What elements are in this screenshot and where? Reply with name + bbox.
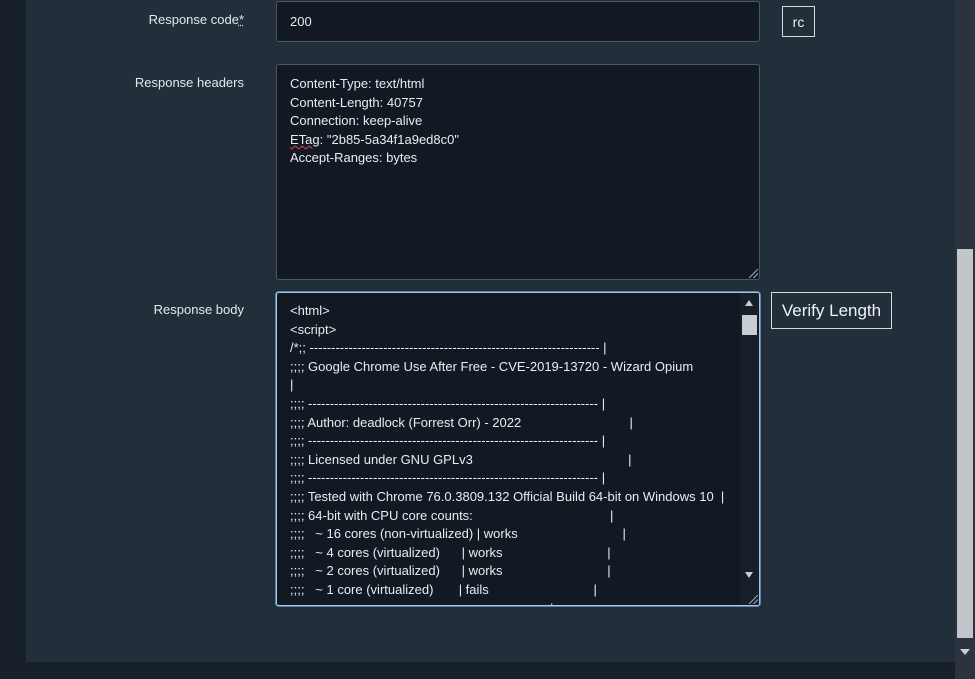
response-body-label: Response body (153, 302, 244, 317)
body-scroll-thumb[interactable] (742, 315, 757, 335)
body-line: /*;; -----------------------------------… (290, 340, 607, 356)
page-scroll-down-icon[interactable] (960, 649, 970, 655)
header-line: Content-Length: 40757 (290, 94, 423, 110)
response-code-label-text: Response code (148, 12, 239, 27)
body-line: ;;;; Tested with Chrome 76.0.3809.132 Of… (290, 488, 725, 504)
body-line: ;;;; Licensed under GNU GPLv3 | (290, 451, 632, 467)
body-line: ;;;; ~ 16 cores (non-virtualized) | work… (290, 526, 626, 542)
body-line: ;;;; -----------------------------------… (290, 470, 606, 486)
response-code-label: Response code* (44, 12, 244, 27)
header-line-rest: : "2b85-5a34f1a9ed8c0" (319, 131, 459, 147)
header-line: Connection: keep-alive (290, 113, 423, 129)
body-line: ;;;; | (290, 600, 746, 606)
verify-length-button[interactable]: Verify Length (771, 292, 892, 329)
body-line: ;;;; -----------------------------------… (290, 395, 606, 411)
rc-button[interactable]: rc (782, 6, 815, 37)
header-line: Content-Type: text/html (290, 76, 425, 91)
header-line-etag: ETag: "2b85-5a34f1a9ed8c0" (290, 131, 746, 150)
body-line: <script> (290, 321, 337, 337)
body-line: <html> (290, 303, 330, 318)
body-line: ;;;; ~ 4 cores (virtualized) | works | (290, 544, 611, 560)
body-line: ;;;; -----------------------------------… (290, 433, 606, 449)
scroll-down-arrow-icon[interactable] (745, 572, 753, 578)
body-scrollbar[interactable] (740, 293, 759, 605)
body-line: ;;;; Google Chrome Use After Free - CVE-… (290, 358, 694, 374)
response-code-input[interactable]: 200 (276, 1, 760, 42)
body-line: ;;;; ~ 1 core (virtualized) | fails | (290, 581, 597, 597)
page-scroll-thumb[interactable] (957, 249, 973, 638)
scroll-up-arrow-icon[interactable] (745, 300, 753, 306)
header-line: Accept-Ranges: bytes (290, 150, 418, 166)
spellcheck-word: ETag (290, 131, 320, 147)
response-code-value: 200 (290, 14, 312, 29)
response-headers-textarea[interactable]: Content-Type: text/html Content-Length: … (276, 64, 760, 280)
resize-grip-icon[interactable] (749, 269, 758, 278)
body-line: ;;;; ~ 2 cores (virtualized) | works | (290, 563, 611, 579)
page-scrollbar[interactable] (955, 0, 975, 679)
resize-grip-icon[interactable] (749, 595, 758, 604)
body-lines: <html> <script> /*;; -------------------… (290, 302, 746, 606)
response-body-textarea[interactable]: <html> <script> /*;; -------------------… (276, 292, 760, 606)
response-headers-label: Response headers (134, 75, 244, 90)
body-line: ;;;; 64-bit with CPU core counts: | (290, 507, 614, 523)
body-line: ;;;; Author: deadlock (Forrest Orr) - 20… (290, 414, 633, 430)
body-line: | (290, 377, 294, 393)
required-mark: * (238, 12, 244, 27)
